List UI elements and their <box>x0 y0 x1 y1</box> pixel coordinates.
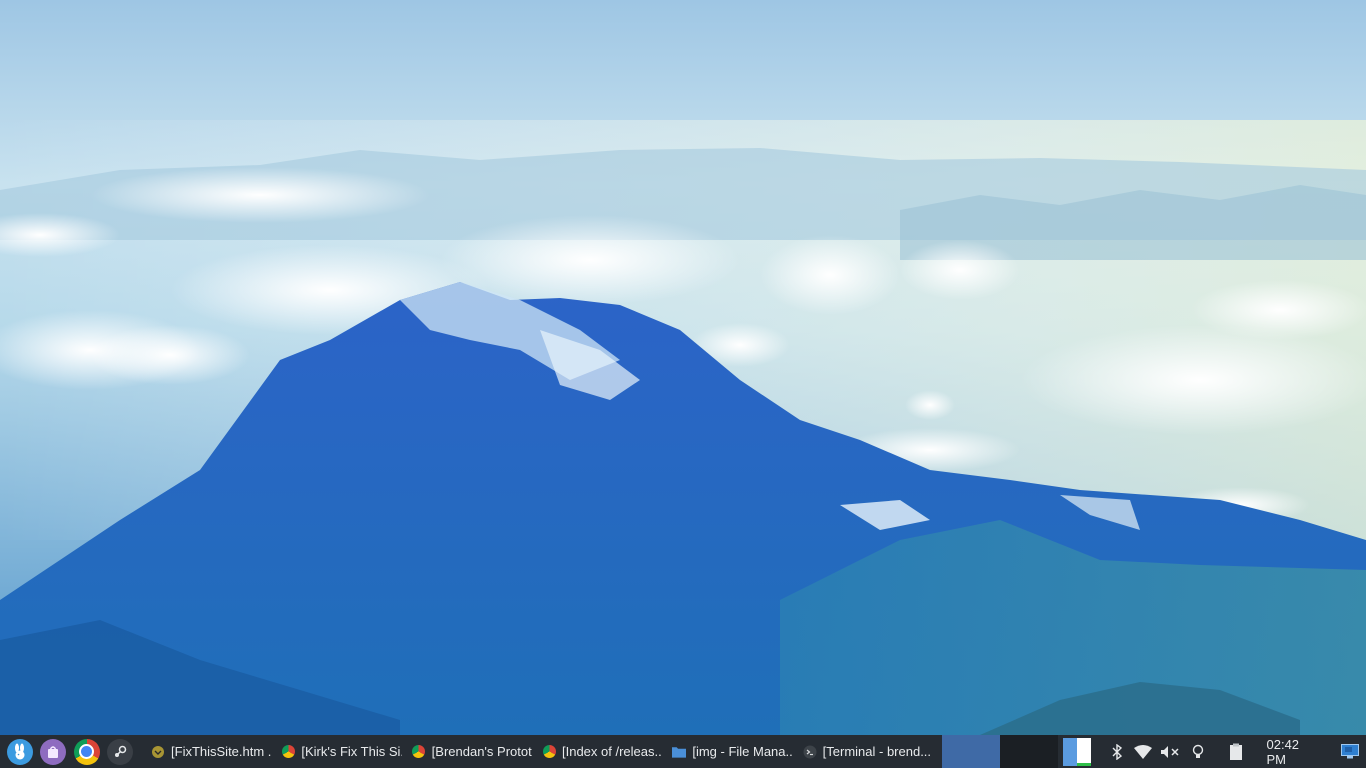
task-terminal[interactable]: [Terminal - brend... <box>797 735 935 768</box>
task-label: [Brendan's Protot... <box>431 744 532 759</box>
task-label: [FixThisSite.htm ... <box>171 744 272 759</box>
workspace-1[interactable] <box>941 735 1000 768</box>
task-label: [img - File Mana... <box>692 744 793 759</box>
task-label: [Terminal - brend... <box>822 744 931 759</box>
task-label: [Kirk's Fix This Si... <box>301 744 402 759</box>
task-brendans-prototype[interactable]: [Brendan's Protot... <box>406 735 536 768</box>
workspace-2[interactable] <box>999 735 1059 768</box>
volume-muted-icon[interactable] <box>1156 735 1186 768</box>
terminal-icon <box>803 745 817 759</box>
task-file-manager[interactable]: [img - File Mana... <box>666 735 796 768</box>
app-menu-launcher[interactable] <box>3 735 37 768</box>
steam-launcher[interactable] <box>104 735 138 768</box>
bag-icon <box>40 738 67 765</box>
chrome-icon <box>412 745 426 759</box>
folder-icon <box>672 745 687 759</box>
desktop-wallpaper <box>0 0 1366 735</box>
web-page-icon <box>151 745 165 759</box>
steam-icon <box>107 738 134 765</box>
wifi-icon[interactable] <box>1130 735 1156 768</box>
task-label: [Index of /releas... <box>562 744 663 759</box>
task-index-of-releases[interactable]: [Index of /releas... <box>536 735 666 768</box>
show-desktop-icon[interactable] <box>1333 735 1366 768</box>
bunny-menu-icon <box>6 738 33 765</box>
chrome-icon <box>281 745 295 759</box>
clipboard-icon[interactable] <box>1223 735 1249 768</box>
cpu-monitor[interactable] <box>1063 735 1095 768</box>
lightbulb-icon[interactable] <box>1185 735 1211 768</box>
task-fixthissite[interactable]: [FixThisSite.htm ... <box>145 735 275 768</box>
taskbar: [FixThisSite.htm ... [Kirk's Fix This Si… <box>0 735 1366 768</box>
chrome-icon <box>542 745 556 759</box>
software-center-launcher[interactable] <box>37 735 71 768</box>
task-kirks-fix-this-site[interactable]: [Kirk's Fix This Si... <box>275 735 405 768</box>
chrome-launcher[interactable] <box>70 735 104 768</box>
chrome-icon <box>73 738 100 765</box>
bluetooth-icon[interactable] <box>1105 735 1131 768</box>
clock[interactable]: 02:42 PM <box>1257 737 1334 767</box>
